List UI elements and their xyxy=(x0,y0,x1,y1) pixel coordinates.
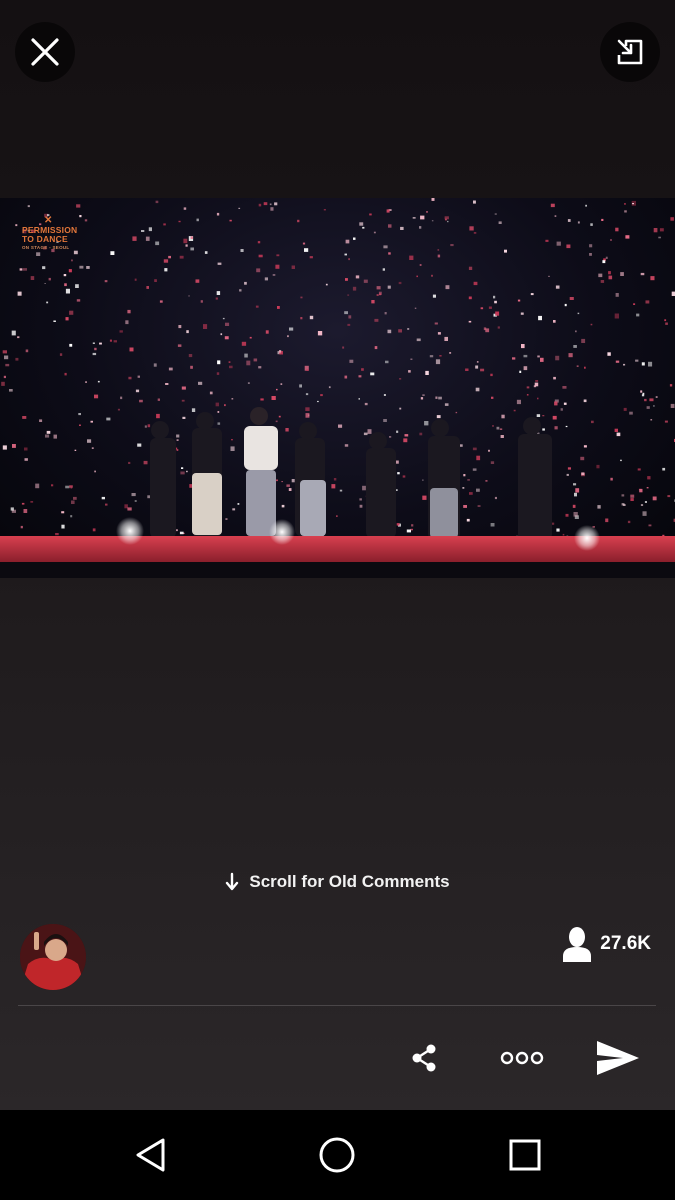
nav-home-button[interactable] xyxy=(312,1130,362,1180)
more-options-button[interactable] xyxy=(495,1030,549,1085)
share-icon xyxy=(412,1044,436,1071)
scroll-hint-label: Scroll for Old Comments xyxy=(249,872,450,891)
nav-recents-button[interactable] xyxy=(500,1130,550,1180)
back-triangle-icon xyxy=(136,1138,165,1172)
share-button[interactable] xyxy=(402,1030,446,1085)
more-horizontal-icon xyxy=(500,1051,544,1064)
send-icon xyxy=(597,1040,639,1075)
recents-square-icon xyxy=(509,1139,541,1171)
system-navigation-bar xyxy=(0,1110,675,1200)
divider xyxy=(18,1005,656,1006)
viewer-count: 27.6K xyxy=(562,926,651,962)
viewer-count-value: 27.6K xyxy=(600,933,651,954)
video-logo: ✕ PERMISSION TO DANCE ON STAGE - SEOUL xyxy=(22,215,78,251)
arrow-down-icon xyxy=(226,872,239,891)
avatar-image xyxy=(20,924,86,990)
live-screen: ✕ PERMISSION TO DANCE ON STAGE - SEOUL S… xyxy=(0,0,675,1110)
minimize-button[interactable] xyxy=(600,22,660,82)
nav-back-button[interactable] xyxy=(126,1130,176,1180)
person-icon xyxy=(563,927,592,962)
send-button[interactable] xyxy=(592,1030,644,1085)
live-video[interactable]: ✕ PERMISSION TO DANCE ON STAGE - SEOUL xyxy=(0,198,675,578)
close-icon xyxy=(31,38,59,66)
concert-scene xyxy=(0,198,675,578)
home-circle-icon xyxy=(319,1137,355,1173)
picture-in-picture-icon xyxy=(617,39,643,65)
avatar[interactable] xyxy=(20,924,86,990)
close-button[interactable] xyxy=(15,22,75,82)
scroll-for-old-comments[interactable]: Scroll for Old Comments xyxy=(0,872,675,892)
